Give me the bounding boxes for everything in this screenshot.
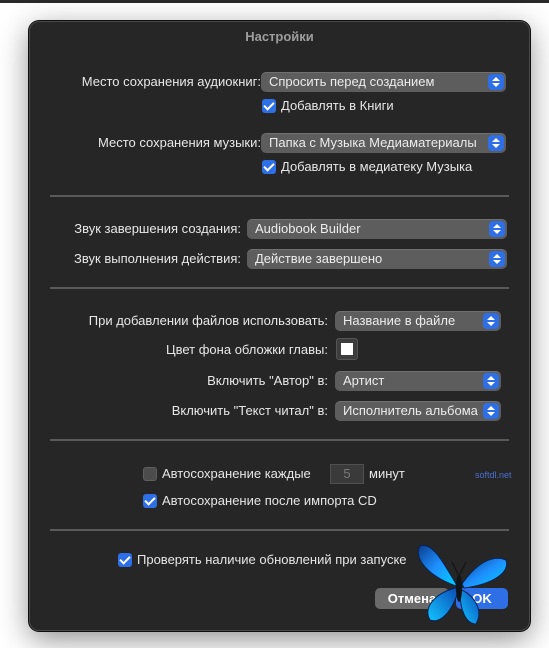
popup-arrows-icon bbox=[483, 373, 499, 389]
separator bbox=[50, 439, 509, 441]
use-on-add-files-label: При добавлении файлов использовать: bbox=[88, 313, 328, 328]
finish-sound-label: Звук завершения создания: bbox=[74, 221, 241, 236]
music-save-location-popup[interactable]: Папка с Музыка Медиаматериалы bbox=[261, 133, 506, 153]
narrator-include-label: Включить "Текст читал" в: bbox=[171, 403, 328, 418]
chapter-cover-color-well[interactable] bbox=[336, 338, 358, 360]
action-sound-popup[interactable]: Действие завершено bbox=[247, 249, 507, 269]
autosave-minutes-field[interactable]: 5 bbox=[330, 464, 364, 484]
checkbox-checked-icon bbox=[262, 99, 276, 113]
action-sound-label: Звук выполнения действия: bbox=[74, 251, 241, 266]
audiobook-save-location-label: Место сохранения аудиокниг: bbox=[81, 74, 261, 89]
butterfly-icon bbox=[417, 545, 508, 625]
use-on-add-files-popup[interactable]: Название в файле bbox=[335, 311, 501, 331]
checkbox-checked-icon bbox=[262, 160, 276, 174]
popup-arrows-icon bbox=[488, 74, 504, 90]
audiobook-save-location-popup[interactable]: Спросить перед созданием bbox=[261, 72, 506, 92]
autosave-minutes-unit: минут bbox=[369, 466, 405, 481]
use-on-add-files-value: Название в файле bbox=[343, 313, 456, 328]
narrator-include-value: Исполнитель альбома bbox=[343, 403, 478, 418]
separator bbox=[50, 529, 509, 531]
separator bbox=[50, 195, 509, 197]
action-sound-value: Действие завершено bbox=[255, 251, 383, 266]
popup-arrows-icon bbox=[483, 403, 499, 419]
check-updates-label: Проверять наличие обновлений при запуске bbox=[137, 552, 407, 567]
autosave-every-label: Автосохранение каждые bbox=[162, 466, 311, 481]
author-include-label: Включить "Автор" в: bbox=[207, 373, 328, 388]
author-include-value: Артист bbox=[343, 373, 385, 388]
window-title: Настройки bbox=[245, 29, 314, 44]
finish-sound-value: Audiobook Builder bbox=[255, 221, 361, 236]
popup-arrows-icon bbox=[483, 313, 499, 329]
add-to-music-library-label: Добавлять в медиатеку Музыка bbox=[281, 159, 473, 174]
separator bbox=[50, 287, 509, 289]
music-save-location-label: Место сохранения музыки: bbox=[98, 135, 261, 150]
audiobook-save-location-value: Спросить перед созданием bbox=[269, 74, 435, 89]
author-include-popup[interactable]: Артист bbox=[335, 371, 501, 391]
chapter-cover-color-label: Цвет фона обложки главы: bbox=[166, 342, 328, 357]
checkbox-unchecked-icon bbox=[143, 467, 157, 481]
window-top-edge bbox=[0, 0, 549, 3]
popup-arrows-icon bbox=[488, 135, 504, 151]
autosave-after-cd-label: Автосохранение после импорта CD bbox=[162, 493, 377, 508]
narrator-include-popup[interactable]: Исполнитель альбома bbox=[335, 401, 501, 421]
add-to-books-label: Добавлять в Книги bbox=[281, 98, 394, 113]
checkbox-checked-icon bbox=[118, 553, 132, 567]
finish-sound-popup[interactable]: Audiobook Builder bbox=[247, 219, 507, 239]
checkbox-checked-icon bbox=[143, 494, 157, 508]
color-swatch bbox=[341, 343, 353, 355]
popup-arrows-icon bbox=[489, 251, 505, 267]
music-save-location-value: Папка с Музыка Медиаматериалы bbox=[269, 135, 477, 150]
popup-arrows-icon bbox=[489, 221, 505, 237]
watermark-text: softdl.net bbox=[475, 470, 512, 480]
